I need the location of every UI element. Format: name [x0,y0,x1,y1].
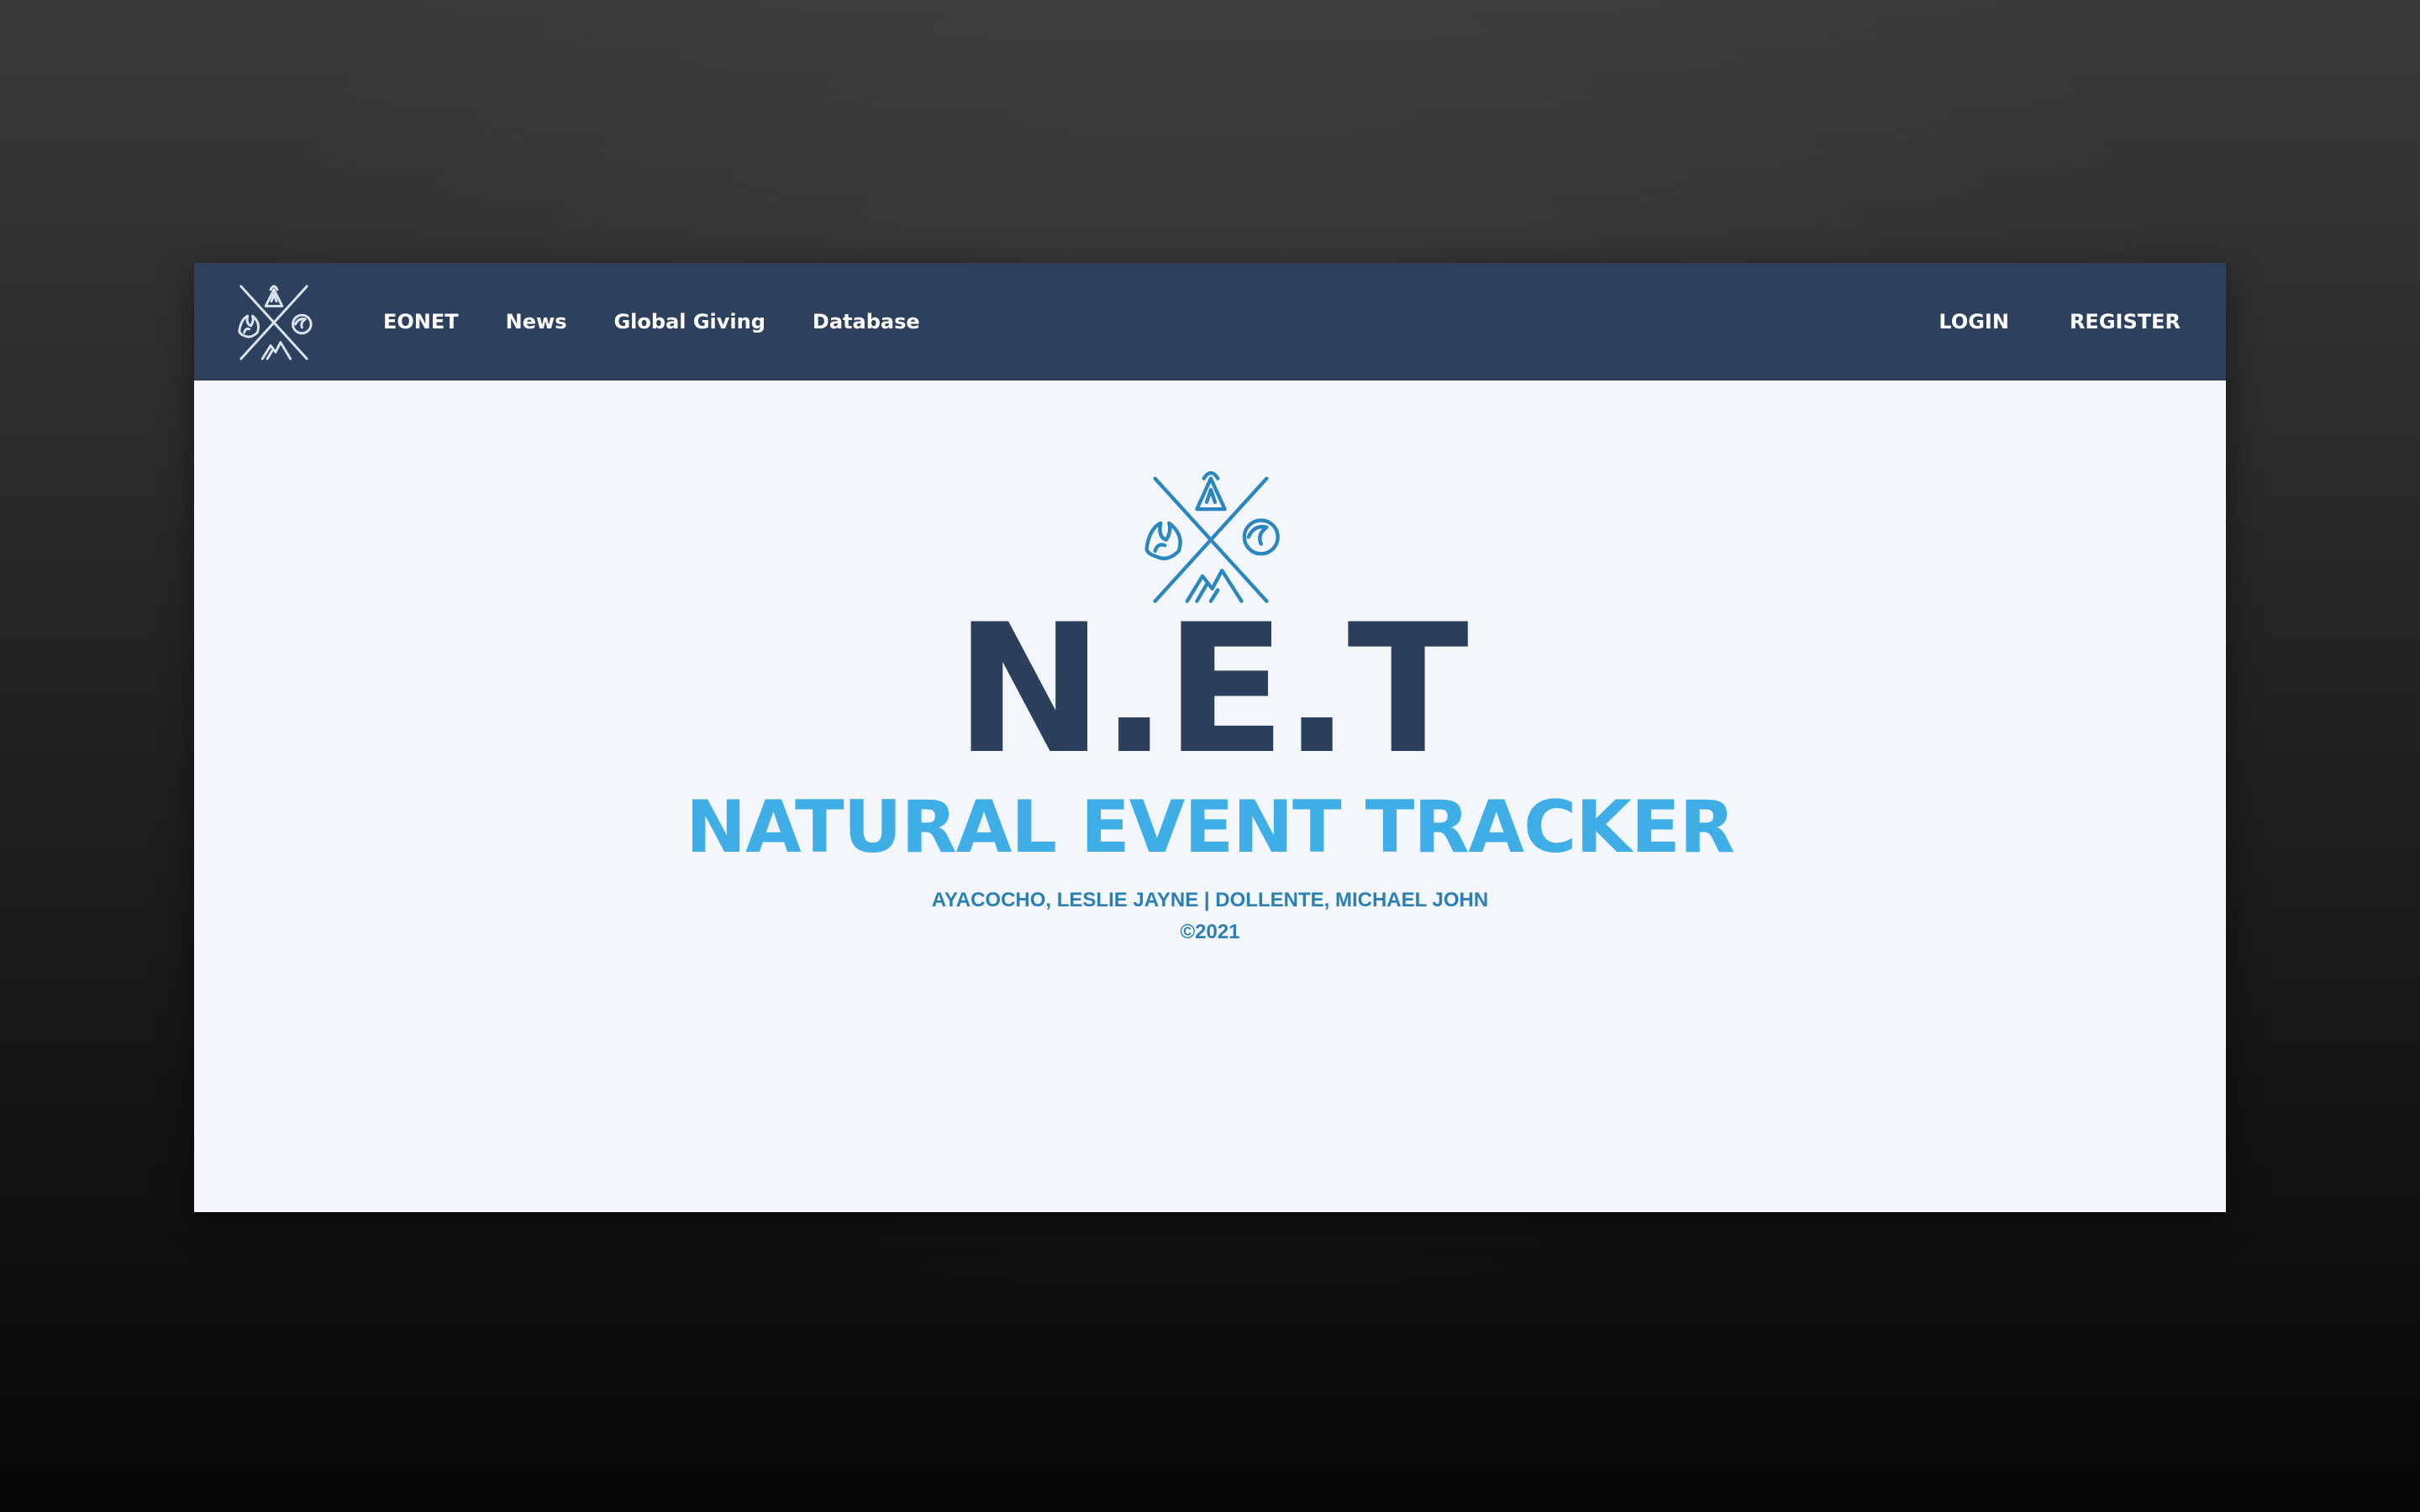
page-subtitle: NATURAL EVENT TRACKER [686,785,1735,869]
auth-links: LOGIN REGISTER [1878,263,2181,381]
nav-link-global-giving[interactable]: Global Giving [613,310,765,333]
net-emblem-icon [238,285,313,360]
top-navbar: EONET News Global Giving Database LOGIN … [194,263,2226,381]
hero-section: N.E.T NATURAL EVENT TRACKER AYACOCHO, LE… [194,381,2226,1212]
login-button[interactable]: LOGIN [1939,310,2009,333]
register-button[interactable]: REGISTER [2070,310,2181,333]
nav-links: EONET News Global Giving Database [383,263,967,381]
page-title: N.E.T [955,585,1469,793]
website-frame: EONET News Global Giving Database LOGIN … [194,263,2226,1212]
nav-link-news[interactable]: News [506,310,567,333]
nav-link-eonet[interactable]: EONET [383,310,459,333]
nav-logo[interactable] [233,276,315,367]
authors-credit: AYACOCHO, LESLIE JAYNE | DOLLENTE, MICHA… [931,889,1489,911]
nav-link-database[interactable]: Database [813,310,920,333]
copyright-text: ©2021 [1180,921,1240,943]
